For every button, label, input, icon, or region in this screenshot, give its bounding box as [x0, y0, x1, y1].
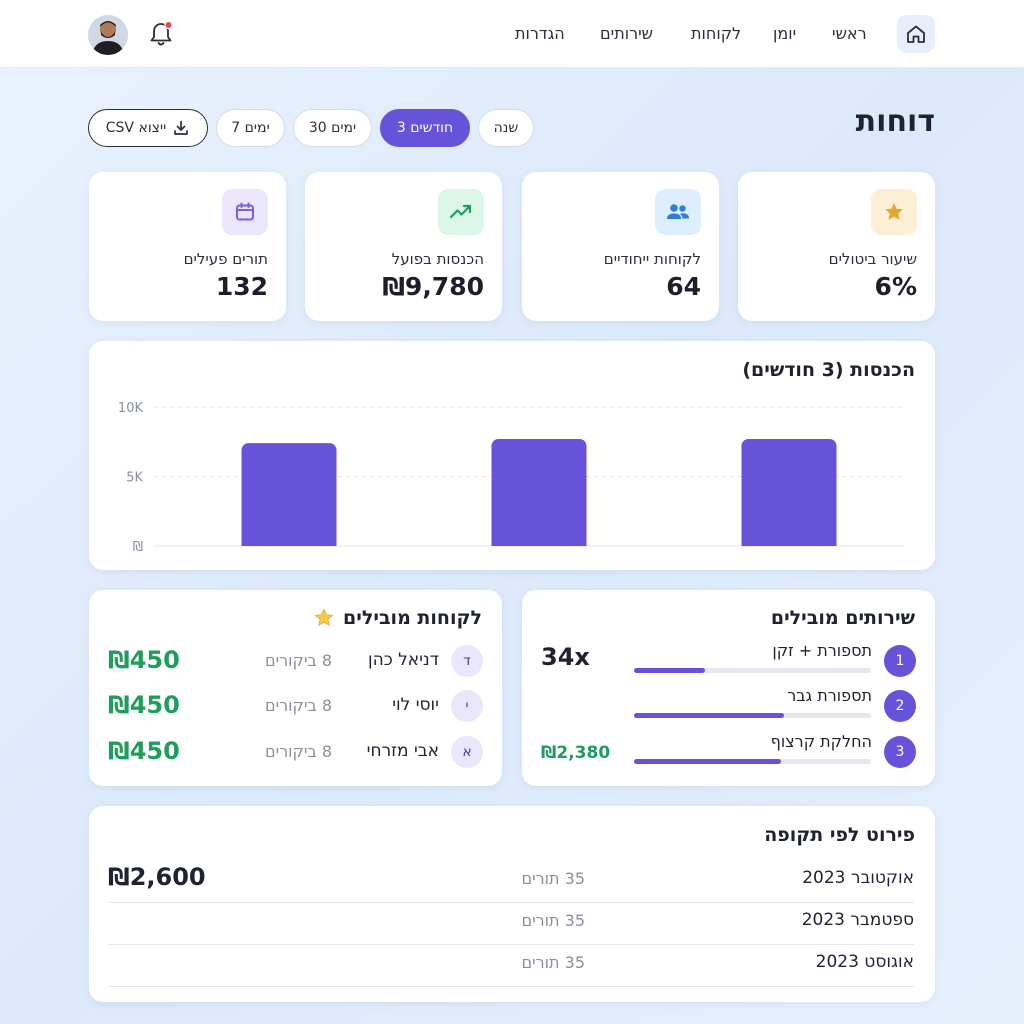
revenue-bar-chart: 10K 5K ₪ [118, 401, 904, 555]
client-visits: 8 ביקורים [264, 651, 332, 670]
breakdown-row[interactable]: ספטמבר 2023 35 תורים [89, 903, 935, 945]
service-progress-track [634, 759, 871, 764]
star-icon [871, 189, 917, 235]
service-progress-track [634, 668, 871, 673]
client-amount: ₪450 [108, 691, 180, 719]
client-row[interactable]: א אבי מזרחי 8 ביקורים ₪450 [89, 732, 502, 772]
top-clients-card: לקוחות מובילים ד דניאל כהן 8 ביקורים ₪450 י י… [89, 590, 502, 786]
y-tick-label: 10K [118, 401, 144, 416]
kpi-value: 132 [215, 272, 268, 301]
row-divider [108, 986, 914, 987]
service-row[interactable]: 1 תספורת + זקן 34x [522, 641, 935, 681]
export-label: ייצוא CSV [105, 120, 167, 136]
y-tick-label: ₪ [133, 540, 143, 555]
kpi-label: לקוחות ייחודיים [603, 250, 701, 268]
client-visits: 8 ביקורים [264, 742, 332, 761]
users-icon [655, 189, 701, 235]
client-amount: ₪450 [108, 646, 180, 674]
kpi-value: 6% [874, 272, 917, 301]
range-filter-year[interactable]: שנה [478, 109, 534, 147]
kpi-card-unique-clients: לקוחות ייחודיים 64 [522, 172, 719, 321]
revenue-bar-base [241, 538, 337, 546]
nav-item-home[interactable]: ראשי [832, 24, 867, 43]
kpi-value: ₪9,780 [382, 272, 484, 301]
trending-up-icon [438, 189, 484, 235]
service-row[interactable]: 2 תספורת גבר [522, 686, 935, 726]
top-navigation-bar: הגדרות שירותים לקוחות יומן ראשי [0, 0, 1024, 68]
y-tick-label: 5K [126, 471, 143, 486]
service-progress-fill [634, 759, 781, 764]
client-initial-avatar: י [451, 690, 483, 722]
breakdown-row[interactable]: אוגוסט 2023 35 תורים [89, 945, 935, 987]
service-progress-track [634, 713, 871, 718]
breakdown-appointments: 35 תורים [521, 953, 585, 972]
range-filter-30-days[interactable]: 30 ימים [293, 109, 372, 147]
breakdown-row[interactable]: אוקטובר 2023 35 תורים ₪2,600 [89, 861, 935, 903]
breakdown-period: אוגוסט 2023 [815, 952, 914, 972]
client-visits: 8 ביקורים [264, 696, 332, 715]
page-title: דוחות [855, 104, 935, 139]
breakdown-appointments: 35 תורים [521, 911, 585, 930]
star-icon [314, 608, 334, 626]
service-rank-badge: 2 [884, 690, 916, 722]
nav-item-services[interactable]: שירותים [600, 24, 653, 43]
period-breakdown-card: פירוט לפי תקופה אוקטובר 2023 35 תורים ₪2,6… [89, 806, 935, 1002]
home-icon [907, 25, 925, 43]
revenue-bar[interactable] [241, 443, 337, 546]
kpi-card-actual-revenue: הכנסות בפועל ₪9,780 [305, 172, 502, 321]
download-icon [174, 120, 189, 135]
service-progress-fill [634, 713, 784, 718]
breakdown-title: פירוט לפי תקופה [764, 824, 915, 846]
nav-item-clients[interactable]: לקוחות [691, 24, 741, 43]
client-row[interactable]: י יוסי לוי 8 ביקורים ₪450 [89, 686, 502, 726]
client-amount: ₪450 [108, 737, 180, 765]
breakdown-appointments: 35 תורים [521, 869, 585, 888]
breakdown-amount: ₪2,600 [108, 863, 206, 891]
service-row[interactable]: 3 החלקת קרצוף ₪2,380 [522, 732, 935, 772]
service-name: תספורת + זקן [772, 641, 872, 660]
nav-item-settings[interactable]: הגדרות [515, 24, 565, 43]
service-revenue: ₪2,380 [541, 743, 611, 763]
revenue-bar[interactable] [741, 438, 837, 546]
nav-item-calendar[interactable]: יומן [773, 24, 796, 43]
kpi-value: 64 [666, 272, 701, 301]
client-initial-avatar: ד [451, 645, 483, 677]
kpi-card-active-appointments: תורים פעילים 132 [89, 172, 286, 321]
home-button[interactable] [897, 15, 935, 53]
service-progress-fill [634, 668, 705, 673]
bell-icon [150, 20, 173, 46]
service-name: תספורת גבר [787, 686, 872, 705]
service-name: החלקת קרצוף [770, 732, 872, 751]
export-csv-button[interactable]: ייצוא CSV [88, 109, 208, 147]
client-row[interactable]: ד דניאל כהן 8 ביקורים ₪450 [89, 641, 502, 681]
breakdown-period: ספטמבר 2023 [801, 910, 914, 930]
avatar-image [88, 15, 128, 55]
service-count: 34x [541, 643, 590, 671]
revenue-bar-base [741, 538, 837, 546]
kpi-card-cancellation-rate: שיעור ביטולים 6% [738, 172, 935, 321]
calendar-icon [222, 189, 268, 235]
top-services-card: שירותים מובילים 1 תספורת + זקן 34x 2 תספורת … [522, 590, 935, 786]
client-name: יוסי לוי [392, 695, 439, 715]
top-clients-header: לקוחות מובילים [313, 607, 482, 629]
notification-dot [164, 20, 173, 30]
kpi-label: הכנסות בפועל [391, 250, 484, 268]
notifications-button[interactable] [148, 20, 174, 48]
top-clients-title: לקוחות מובילים [343, 607, 482, 629]
client-initial-avatar: א [451, 736, 483, 768]
service-rank-badge: 1 [884, 645, 916, 677]
range-filter-7-days[interactable]: 7 ימים [216, 109, 285, 147]
revenue-bar[interactable] [491, 438, 587, 546]
kpi-label: שיעור ביטולים [828, 250, 917, 268]
client-name: אבי מזרחי [366, 741, 439, 761]
kpi-label: תורים פעילים [183, 250, 268, 268]
revenue-bar-base [491, 538, 587, 546]
user-avatar[interactable] [88, 15, 128, 55]
client-name: דניאל כהן [367, 650, 439, 670]
range-filter-3-months[interactable]: 3 חודשים [380, 109, 470, 147]
service-rank-badge: 3 [884, 736, 916, 768]
top-services-title: שירותים מובילים [770, 607, 915, 629]
revenue-chart-card: הכנסות (3 חודשים) 10K 5K ₪ [89, 341, 935, 570]
breakdown-period: אוקטובר 2023 [802, 868, 914, 888]
